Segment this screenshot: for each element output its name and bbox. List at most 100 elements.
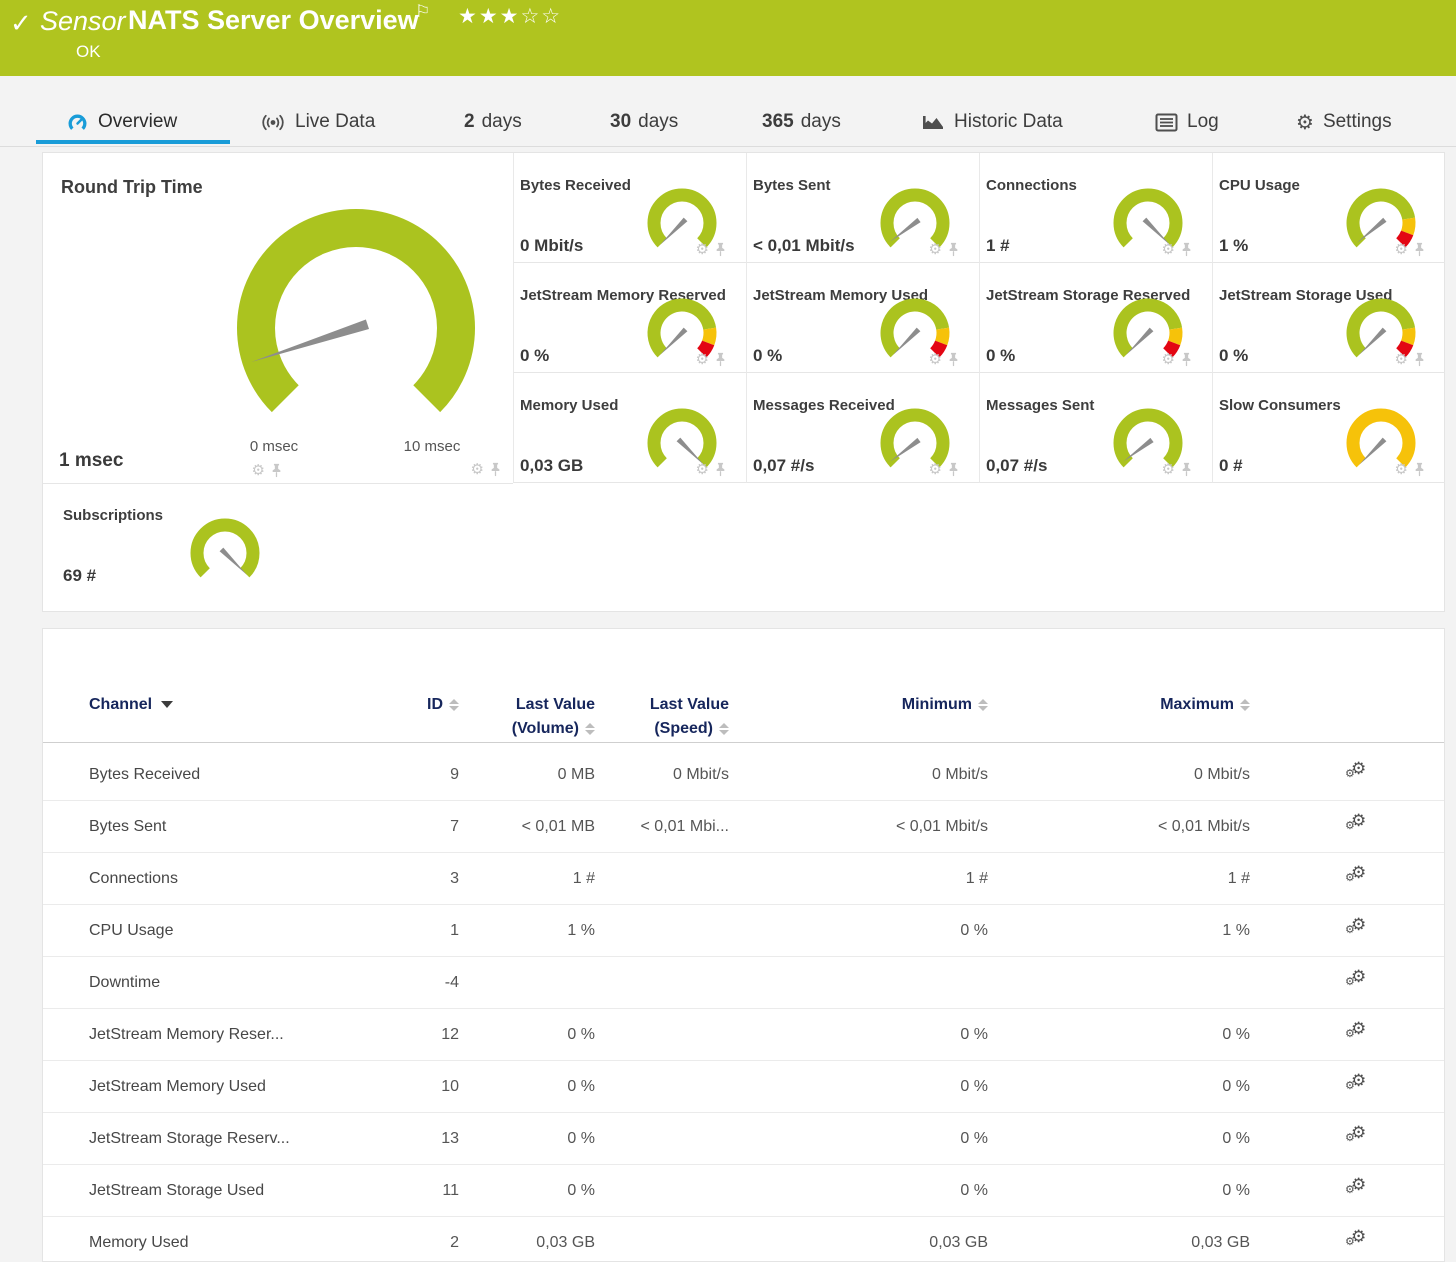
table-row-jetstream-storage-used[interactable]: JetStream Storage Used110 %0 %0 %⚙⚙ — [43, 1165, 1444, 1217]
tab-label: Historic Data — [954, 111, 1063, 133]
cell-actions: ⚙⚙ — [1250, 1126, 1400, 1151]
channel-settings-gears-icon[interactable]: ⚙⚙ — [1345, 1126, 1369, 1146]
gauge-tile-memory-used: Memory Used0,03 GB⚙ — [513, 373, 746, 483]
gauge-actions: ⚙ — [1162, 242, 1192, 257]
gauge-actions: ⚙ — [471, 462, 501, 477]
gear-icon[interactable]: ⚙ — [929, 462, 942, 477]
gear-icon[interactable]: ⚙ — [696, 242, 709, 257]
gear-icon[interactable]: ⚙ — [929, 242, 942, 257]
column-header-last-value[interactable]: Last Value(Speed) — [595, 693, 729, 741]
gear-icon[interactable]: ⚙ — [1162, 242, 1175, 257]
gauge-actions: ⚙ — [1395, 352, 1425, 367]
channel-settings-gears-icon[interactable]: ⚙⚙ — [1345, 1230, 1369, 1250]
pin-icon[interactable] — [1181, 242, 1192, 257]
gear-icon[interactable]: ⚙ — [696, 352, 709, 367]
table-row-bytes-received[interactable]: Bytes Received90 MB0 Mbit/s0 Mbit/s0 Mbi… — [43, 749, 1444, 801]
channel-settings-gears-icon[interactable]: ⚙⚙ — [1345, 1178, 1369, 1198]
gear-icon[interactable]: ⚙ — [252, 463, 265, 478]
status-ok-check-icon: ✓ — [10, 8, 32, 39]
cell-min: 0 % — [729, 1026, 988, 1044]
channel-settings-gears-icon[interactable]: ⚙⚙ — [1345, 1074, 1369, 1094]
column-header-maximum[interactable]: Maximum — [988, 693, 1250, 717]
channel-settings-gears-icon[interactable]: ⚙⚙ — [1345, 970, 1369, 990]
gauge-value: < 0,01 Mbit/s — [753, 236, 855, 256]
tab-days-2[interactable]: 2days — [464, 102, 522, 142]
channel-name: JetStream Storage Used — [89, 1182, 389, 1200]
cell-volume: 0 % — [459, 1026, 595, 1044]
cell-max: 0,03 GB — [988, 1234, 1250, 1252]
tab-live-data[interactable]: Live Data — [260, 102, 375, 142]
table-row-bytes-sent[interactable]: Bytes Sent7< 0,01 MB< 0,01 Mbi...< 0,01 … — [43, 801, 1444, 853]
flag-icon[interactable]: ⚐ — [415, 2, 430, 22]
tab-historic-data[interactable]: Historic Data — [921, 102, 1063, 142]
tab-settings[interactable]: ⚙Settings — [1296, 102, 1392, 142]
gear-icon[interactable]: ⚙ — [1162, 462, 1175, 477]
channel-settings-gears-icon[interactable]: ⚙⚙ — [1345, 1022, 1369, 1042]
pin-icon[interactable] — [948, 462, 959, 477]
pin-icon[interactable] — [715, 462, 726, 477]
table-row-connections[interactable]: Connections31 #1 #1 #⚙⚙ — [43, 853, 1444, 905]
gauges-panel: Round Trip Time 0 msec 10 msec 1 msec ⚙ … — [42, 152, 1445, 612]
cell-min: < 0,01 Mbit/s — [729, 818, 988, 836]
column-header-last-value[interactable]: Last Value(Volume) — [459, 693, 595, 741]
pin-icon[interactable] — [1181, 462, 1192, 477]
cell-id: 13 — [389, 1130, 459, 1148]
column-header-channel[interactable]: Channel — [89, 693, 389, 717]
table-row-jetstream-memory-reser-[interactable]: JetStream Memory Reser...120 %0 %0 %⚙⚙ — [43, 1009, 1444, 1061]
table-row-memory-used[interactable]: Memory Used20,03 GB0,03 GB0,03 GB⚙⚙ — [43, 1217, 1444, 1262]
pin-icon[interactable] — [1414, 352, 1425, 367]
gauge-tile-jetstream-memory-reserved: JetStream Memory Reserved0 %⚙ — [513, 263, 746, 373]
tab-bar: Overview Live Data 2days 30days 365days Histo… — [0, 76, 1456, 147]
tab-days-30[interactable]: 30days — [610, 102, 678, 142]
pin-icon[interactable] — [948, 242, 959, 257]
cell-actions: ⚙⚙ — [1250, 1178, 1400, 1203]
table-row-jetstream-storage-reserv-[interactable]: JetStream Storage Reserv...130 %0 %0 %⚙⚙ — [43, 1113, 1444, 1165]
tab-days-365[interactable]: 365days — [762, 102, 841, 142]
gear-icon[interactable]: ⚙ — [471, 462, 484, 477]
channel-settings-gears-icon[interactable]: ⚙⚙ — [1345, 918, 1369, 938]
channel-settings-gears-icon[interactable]: ⚙⚙ — [1345, 814, 1369, 834]
column-label: ID — [427, 696, 443, 713]
gear-icon[interactable]: ⚙ — [1395, 242, 1408, 257]
gauge-value: 69 # — [63, 566, 96, 586]
tab-label: days — [638, 111, 678, 133]
tab-label: Log — [1187, 111, 1219, 133]
cell-min: 0 % — [729, 1078, 988, 1096]
pin-icon[interactable] — [490, 462, 501, 477]
cell-min: 1 # — [729, 870, 988, 888]
table-row-jetstream-memory-used[interactable]: JetStream Memory Used100 %0 %0 %⚙⚙ — [43, 1061, 1444, 1113]
sort-toggle-icon — [1240, 699, 1250, 711]
sensor-title: NATS Server Overview — [128, 5, 419, 36]
pin-icon[interactable] — [715, 242, 726, 257]
gauge-actions: ⚙ — [1395, 242, 1425, 257]
column-label: Last Value — [650, 696, 729, 713]
pin-icon[interactable] — [948, 352, 959, 367]
column-header-id[interactable]: ID — [389, 693, 459, 717]
column-label: Channel — [89, 696, 152, 713]
gear-icon[interactable]: ⚙ — [696, 462, 709, 477]
tab-log[interactable]: Log — [1155, 102, 1219, 142]
table-row-downtime[interactable]: Downtime-4⚙⚙ — [43, 957, 1444, 1009]
tab-overview[interactable]: Overview — [66, 102, 177, 142]
gear-icon[interactable]: ⚙ — [1395, 352, 1408, 367]
cell-max: 1 # — [988, 870, 1250, 888]
pin-icon[interactable] — [715, 352, 726, 367]
priority-stars[interactable]: ★★★☆☆ — [458, 4, 562, 29]
gauge-value: 1 % — [1219, 236, 1248, 256]
pin-icon[interactable] — [1414, 242, 1425, 257]
gear-icon[interactable]: ⚙ — [1162, 352, 1175, 367]
cell-id: 12 — [389, 1026, 459, 1044]
pin-icon[interactable] — [271, 463, 282, 478]
gear-icon[interactable]: ⚙ — [1395, 462, 1408, 477]
object-kind-label: Sensor — [40, 6, 126, 37]
table-row-cpu-usage[interactable]: CPU Usage11 %0 %1 %⚙⚙ — [43, 905, 1444, 957]
cell-actions: ⚙⚙ — [1250, 762, 1400, 787]
sort-toggle-icon — [585, 723, 595, 735]
cell-actions: ⚙⚙ — [1250, 918, 1400, 943]
column-header-minimum[interactable]: Minimum — [729, 693, 988, 717]
pin-icon[interactable] — [1414, 462, 1425, 477]
channel-settings-gears-icon[interactable]: ⚙⚙ — [1345, 866, 1369, 886]
gear-icon[interactable]: ⚙ — [929, 352, 942, 367]
channel-settings-gears-icon[interactable]: ⚙⚙ — [1345, 762, 1369, 782]
pin-icon[interactable] — [1181, 352, 1192, 367]
